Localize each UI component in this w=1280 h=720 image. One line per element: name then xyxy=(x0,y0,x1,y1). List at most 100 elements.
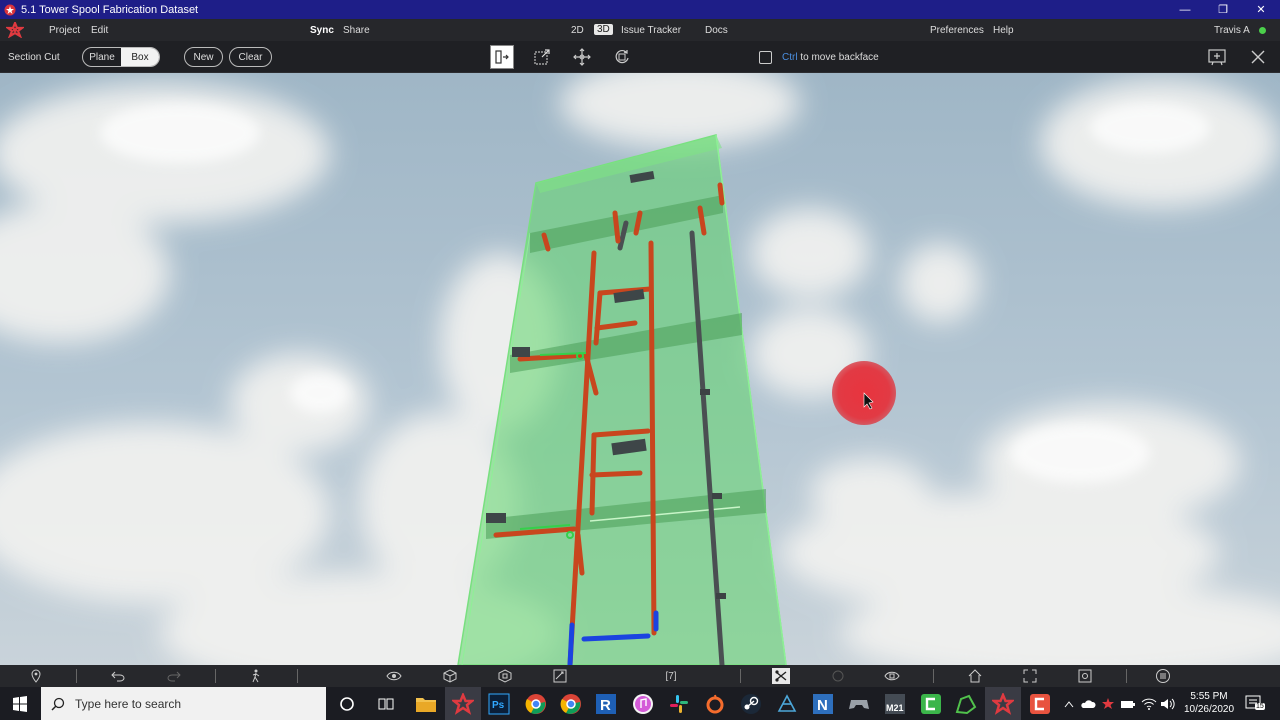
plane-mode-button[interactable]: Plane xyxy=(83,48,121,66)
title-bar: 5.1 Tower Spool Fabrication Dataset — ❐ … xyxy=(0,0,1280,19)
revizto-tray-icon[interactable] xyxy=(1100,692,1116,716)
navisworks-n-icon[interactable]: N xyxy=(811,692,835,716)
chrome-alt-icon[interactable] xyxy=(559,692,583,716)
walk-icon[interactable] xyxy=(247,668,265,684)
revit-icon[interactable]: R xyxy=(594,692,618,716)
layers-icon[interactable] xyxy=(496,668,514,684)
navisworks-icon[interactable] xyxy=(775,692,799,716)
window-title: 5.1 Tower Spool Fabrication Dataset xyxy=(21,3,199,16)
cortana-icon[interactable] xyxy=(335,692,359,716)
new-section-button[interactable]: New xyxy=(184,47,223,67)
notification-count: 15 xyxy=(1255,703,1265,710)
box-mode-button[interactable]: Box xyxy=(121,48,159,66)
taskbar-search-box[interactable]: Type here to search xyxy=(41,687,326,720)
focus-icon[interactable] xyxy=(829,668,847,684)
bottom-toolbar: [7] xyxy=(0,665,1280,687)
camtasia-green-icon[interactable] xyxy=(919,692,943,716)
chrome-icon[interactable] xyxy=(524,692,548,716)
system-clock[interactable]: 5:55 PM 10/26/2020 xyxy=(1182,690,1236,716)
revizto-logo-icon[interactable] xyxy=(4,20,26,39)
rotate-icon[interactable] xyxy=(610,45,634,69)
photoshop-icon[interactable]: Ps xyxy=(487,692,511,716)
fullscreen-icon[interactable] xyxy=(1021,668,1039,684)
m21-app-icon[interactable]: M21 xyxy=(883,692,907,716)
separator xyxy=(215,669,216,683)
slack-icon[interactable] xyxy=(667,692,691,716)
view-2d-toggle[interactable]: 2D xyxy=(571,25,584,36)
maximize-button[interactable]: ❐ xyxy=(1204,0,1242,19)
section-cut-label: Section Cut xyxy=(8,52,60,63)
backface-hint: Ctrl to move backface xyxy=(782,52,879,63)
page-indicator[interactable]: [7] xyxy=(660,668,682,684)
steam-icon[interactable] xyxy=(739,692,763,716)
minimize-button[interactable]: — xyxy=(1166,0,1204,19)
menu-icon[interactable] xyxy=(1154,668,1172,684)
revizto-taskbar-icon[interactable] xyxy=(445,687,481,720)
clock-date: 10/26/2020 xyxy=(1183,704,1235,715)
origin-icon[interactable] xyxy=(703,692,727,716)
menu-sync[interactable]: Sync xyxy=(310,25,334,36)
3d-viewport[interactable] xyxy=(0,73,1280,665)
section-cut-icon[interactable] xyxy=(490,45,514,69)
svg-text:M21: M21 xyxy=(886,703,904,713)
menu-edit[interactable]: Edit xyxy=(91,25,108,36)
menu-docs[interactable]: Docs xyxy=(705,25,728,36)
view-cube-icon[interactable] xyxy=(883,668,901,684)
undo-icon[interactable] xyxy=(109,668,127,684)
menu-share[interactable]: Share xyxy=(343,25,370,36)
clock-time: 5:55 PM xyxy=(1190,691,1228,702)
section-mode-toggle: Plane Box xyxy=(82,47,160,67)
ctrl-key-label: Ctrl xyxy=(782,52,798,63)
box-icon[interactable] xyxy=(441,668,459,684)
separator xyxy=(1126,669,1127,683)
resize-box-icon[interactable] xyxy=(530,45,554,69)
svg-text:Ps: Ps xyxy=(492,700,505,711)
volume-icon[interactable] xyxy=(1160,692,1176,716)
camtasia-recorder-icon[interactable] xyxy=(1028,692,1052,716)
menu-project[interactable]: Project xyxy=(49,25,80,36)
move-backface-checkbox[interactable] xyxy=(759,51,772,64)
file-explorer-icon[interactable] xyxy=(414,692,438,716)
redo-icon[interactable] xyxy=(165,668,183,684)
windows-start-icon[interactable] xyxy=(0,687,40,720)
chevron-up-icon[interactable] xyxy=(1062,692,1076,716)
add-view-icon[interactable] xyxy=(1205,45,1229,69)
separator xyxy=(933,669,934,683)
menu-preferences[interactable]: Preferences xyxy=(930,25,984,36)
menu-help[interactable]: Help xyxy=(993,25,1014,36)
wifi-icon[interactable] xyxy=(1141,692,1157,716)
online-status-icon xyxy=(1259,27,1266,34)
view-3d-toggle[interactable]: 3D xyxy=(594,24,613,35)
notification-center-icon[interactable]: 15 xyxy=(1245,695,1265,711)
svg-text:R: R xyxy=(600,697,611,714)
onedrive-icon[interactable] xyxy=(1080,692,1096,716)
search-placeholder: Type here to search xyxy=(75,696,182,711)
terrain-app-icon[interactable] xyxy=(954,692,978,716)
backface-hint-text: to move backface xyxy=(797,52,879,63)
separator xyxy=(740,669,741,683)
location-icon[interactable] xyxy=(27,668,45,684)
close-icon[interactable] xyxy=(1246,45,1270,69)
user-name[interactable]: Travis A xyxy=(1214,25,1250,36)
cursor-marker xyxy=(832,361,896,425)
clear-section-button[interactable]: Clear xyxy=(229,47,272,67)
app-logo-icon xyxy=(3,3,17,17)
menu-issue-tracker[interactable]: Issue Tracker xyxy=(621,25,681,36)
itunes-icon[interactable] xyxy=(631,692,655,716)
home-icon[interactable] xyxy=(966,668,984,684)
close-window-button[interactable]: ✕ xyxy=(1242,0,1280,19)
section-cut-toolbar: Section Cut Plane Box New Clear Ctrl to … xyxy=(0,41,1280,73)
gamepad-icon[interactable] xyxy=(847,692,871,716)
revizto-active-icon[interactable] xyxy=(985,687,1021,720)
eye-icon[interactable] xyxy=(385,668,403,684)
task-view-icon[interactable] xyxy=(374,692,398,716)
windows-taskbar: Type here to search Ps R N M21 5:55 PM 1… xyxy=(0,687,1280,720)
separator xyxy=(76,669,77,683)
scene-canvas[interactable] xyxy=(0,73,1280,665)
move-icon[interactable] xyxy=(570,45,594,69)
battery-icon[interactable] xyxy=(1120,692,1136,716)
markup-icon[interactable] xyxy=(551,668,569,684)
separator xyxy=(297,669,298,683)
frame-icon[interactable] xyxy=(1076,668,1094,684)
crop-section-icon[interactable] xyxy=(772,668,790,684)
